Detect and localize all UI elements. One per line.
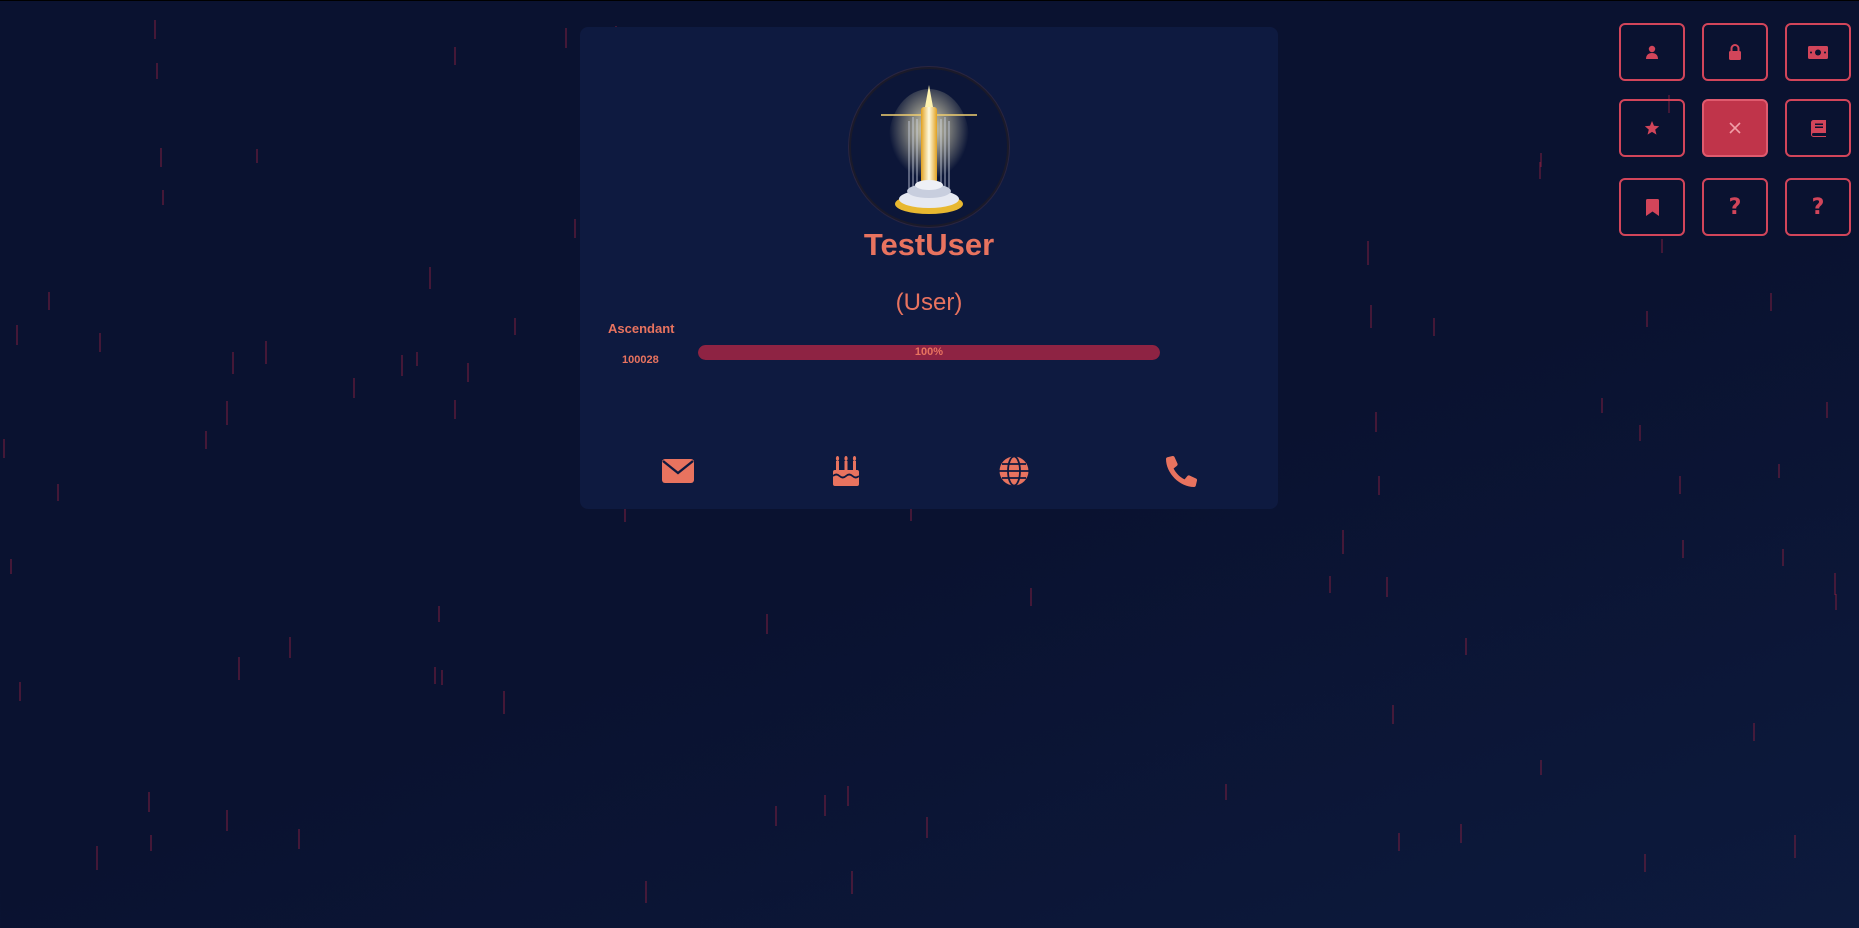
question-icon: ? xyxy=(1728,194,1742,220)
security-menu-button[interactable] xyxy=(1702,23,1768,81)
profile-card: TestUser (User) Ascendant 100028 100% xyxy=(580,27,1278,509)
favorites-menu-button[interactable] xyxy=(1619,99,1685,157)
rank-points: 100028 xyxy=(622,354,659,366)
email-button[interactable] xyxy=(658,451,698,491)
profile-menu-button[interactable] xyxy=(1619,23,1685,81)
lock-icon xyxy=(1729,44,1741,60)
phone-icon xyxy=(1166,455,1198,487)
close-icon xyxy=(1729,122,1741,134)
rank-name: Ascendant xyxy=(608,321,675,336)
question-icon: ? xyxy=(1811,194,1825,220)
help-menu-button-1[interactable]: ? xyxy=(1702,178,1768,236)
rank-progress-bar: 100% xyxy=(698,345,1160,360)
money-menu-button[interactable] xyxy=(1785,23,1851,81)
user-role: (User) xyxy=(895,289,963,316)
progress-label: 100% xyxy=(914,346,944,358)
birthday-cake-icon xyxy=(832,456,860,486)
website-button[interactable] xyxy=(994,451,1034,491)
avatar xyxy=(849,67,1009,227)
birthday-button[interactable] xyxy=(826,451,866,491)
envelope-icon xyxy=(662,459,694,483)
avatar-image xyxy=(881,85,977,214)
book-icon xyxy=(1810,119,1826,137)
globe-icon xyxy=(999,455,1029,487)
username: TestUser xyxy=(863,227,995,262)
bookmark-icon xyxy=(1645,198,1659,216)
bookmark-menu-button[interactable] xyxy=(1619,178,1685,236)
help-menu-button-2[interactable]: ? xyxy=(1785,178,1851,236)
user-icon xyxy=(1646,45,1658,59)
money-bill-icon xyxy=(1808,45,1828,59)
book-menu-button[interactable] xyxy=(1785,99,1851,157)
star-icon xyxy=(1644,121,1660,135)
phone-button[interactable] xyxy=(1162,451,1202,491)
close-menu-button[interactable] xyxy=(1702,99,1768,157)
